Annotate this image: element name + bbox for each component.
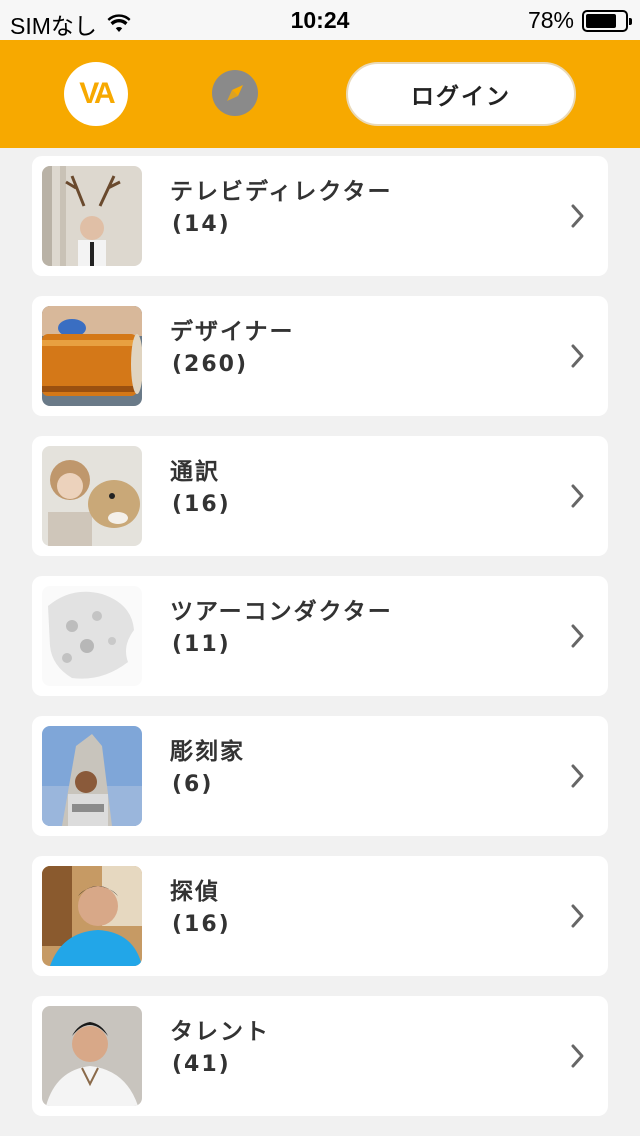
category-card[interactable]: タレント (41): [32, 996, 608, 1116]
category-count: (41): [172, 1052, 231, 1077]
compass-needle: [227, 85, 243, 101]
category-title: テレビディレクター: [170, 179, 393, 205]
category-count: (14): [172, 212, 231, 237]
category-thumbnail: [42, 866, 142, 966]
category-thumbnail: [42, 446, 142, 546]
category-card[interactable]: 探偵 (16): [32, 856, 608, 976]
category-count: (16): [172, 492, 231, 517]
category-count: (11): [172, 632, 231, 657]
category-card[interactable]: デザイナー (260): [32, 296, 608, 416]
category-count: (16): [172, 912, 231, 937]
category-list: テレビディレクター (14) デザイナー (260) 通訳 (16) ツアーコン…: [32, 156, 608, 1136]
category-count: (260): [172, 352, 249, 377]
category-title: デザイナー: [170, 319, 295, 345]
chevron-right-icon: [571, 624, 584, 648]
chevron-right-icon: [571, 484, 584, 508]
chevron-right-icon: [571, 764, 584, 788]
category-title: 通訳: [170, 459, 220, 485]
chevron-right-icon: [571, 904, 584, 928]
battery-level: [586, 13, 616, 28]
category-card[interactable]: ツアーコンダクター (11): [32, 576, 608, 696]
category-thumbnail: [42, 726, 142, 826]
category-card[interactable]: テレビディレクター (14): [32, 156, 608, 276]
battery-tip: [629, 17, 632, 25]
category-thumbnail: [42, 306, 142, 406]
category-title: 探偵: [170, 879, 220, 905]
category-thumbnail: [42, 586, 142, 686]
status-right: 78%: [527, 7, 632, 34]
chevron-right-icon: [571, 204, 584, 228]
app-logo[interactable]: VA: [64, 62, 128, 126]
category-thumbnail: [42, 166, 142, 266]
battery-percent: 78%: [527, 7, 574, 33]
category-title: 彫刻家: [170, 739, 245, 765]
category-card[interactable]: 通訳 (16): [32, 436, 608, 556]
compass-icon[interactable]: [212, 70, 258, 116]
chevron-right-icon: [571, 1044, 584, 1068]
category-title: ツアーコンダクター: [170, 599, 393, 625]
battery-icon: [582, 9, 632, 32]
status-bar: SIMなし 10:24 78%: [0, 0, 640, 40]
chevron-right-icon: [571, 344, 584, 368]
category-card[interactable]: 彫刻家 (6): [32, 716, 608, 836]
login-button[interactable]: ログイン: [346, 62, 576, 126]
category-thumbnail: [42, 1006, 142, 1106]
category-title: タレント: [170, 1019, 270, 1045]
app-header: VA ログイン: [0, 40, 640, 148]
category-count: (6): [172, 772, 214, 797]
